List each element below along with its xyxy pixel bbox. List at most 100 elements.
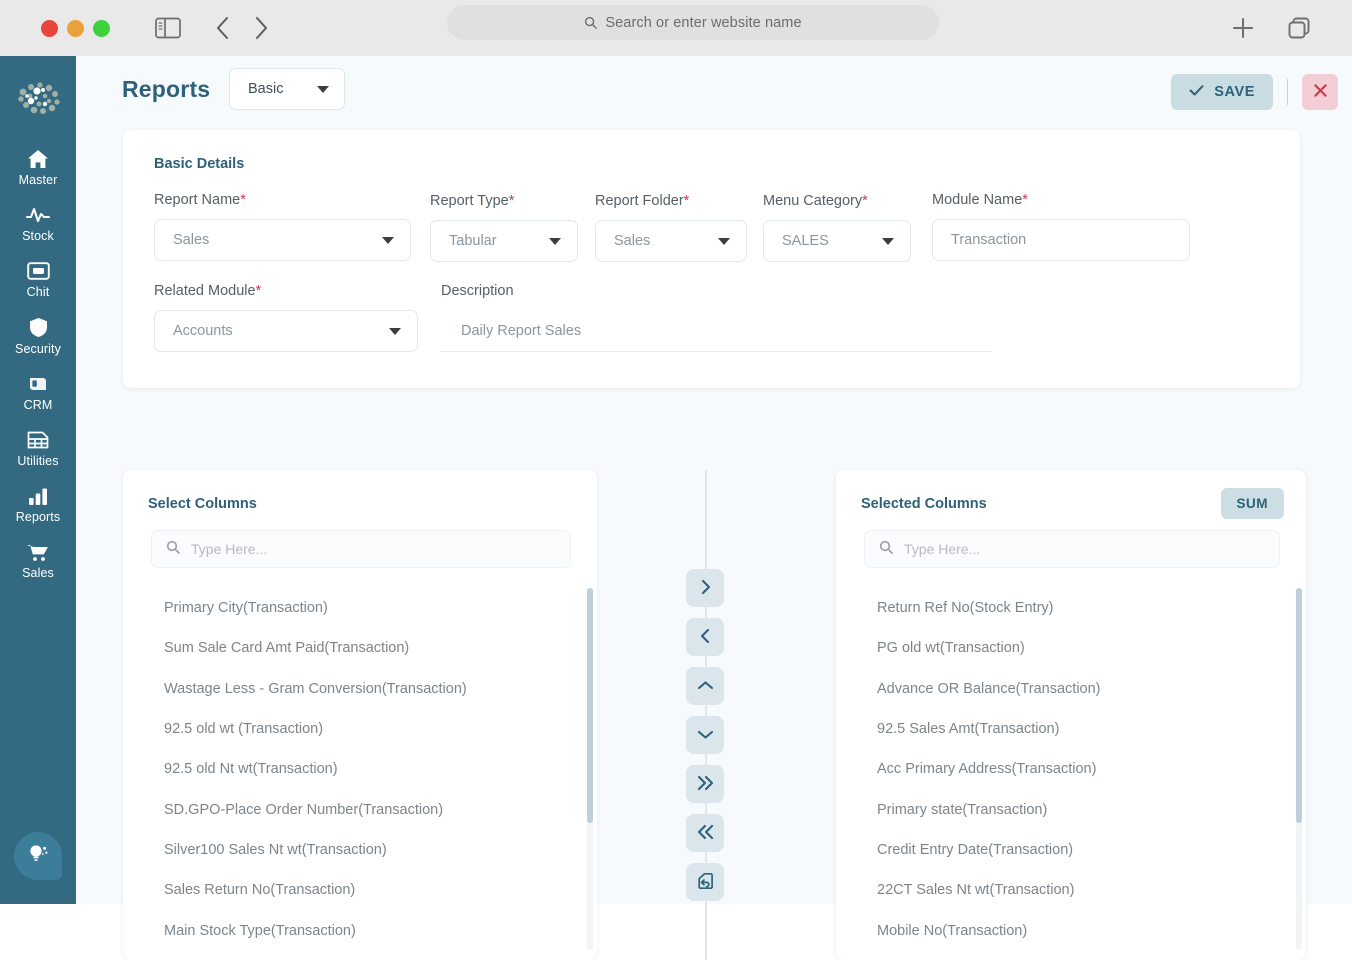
select-columns-list-item[interactable]: SD.GPO-Place Order Number(Transaction)	[151, 789, 577, 829]
selected-columns-title: Selected Columns	[861, 496, 987, 512]
report-mode-value: Basic	[248, 81, 284, 97]
selected-columns-list-item[interactable]: Mobile No(Transaction)	[864, 910, 1286, 950]
double-chevron-right-icon	[697, 775, 714, 794]
sidebar-label-stock: Stock	[22, 229, 54, 243]
select-columns-list-item[interactable]: 92.5 old Nt wt(Transaction)	[151, 749, 577, 789]
chevron-down-icon	[382, 236, 394, 244]
back-icon[interactable]	[215, 15, 231, 41]
selected-columns-list-item[interactable]: Advance OR Balance(Transaction)	[864, 669, 1286, 709]
field-menu-category: Menu Category* SALES	[763, 193, 911, 262]
report-type-select[interactable]: Tabular	[430, 220, 578, 262]
page-title: Reports	[122, 76, 211, 102]
sidebar-item-utilities[interactable]: Utilities	[0, 421, 76, 477]
new-tab-icon[interactable]	[1230, 15, 1256, 41]
sidebar-item-security[interactable]: Security	[0, 308, 76, 365]
chevron-up-icon	[697, 679, 714, 694]
label-report-name: Report Name*	[154, 192, 246, 208]
address-bar-placeholder: Search or enter website name	[605, 14, 802, 31]
move-all-right-button[interactable]	[686, 765, 724, 803]
sidebar-item-reports[interactable]: Reports	[0, 477, 76, 533]
double-chevron-left-icon	[697, 824, 714, 843]
address-bar[interactable]: Search or enter website name	[447, 5, 939, 40]
field-module-name: Module Name* Transaction	[932, 192, 1190, 261]
select-columns-list-item[interactable]: Primary City(Transaction)	[151, 588, 577, 628]
window-controls	[41, 19, 110, 37]
move-left-button[interactable]	[686, 618, 724, 656]
selected-columns-search-placeholder: Type Here...	[904, 541, 981, 557]
description-input[interactable]: Daily Report Sales	[441, 310, 992, 352]
select-columns-search-input[interactable]: Type Here...	[151, 530, 571, 568]
help-button[interactable]	[14, 832, 62, 880]
select-columns-list-item[interactable]: 92.5 old wt (Transaction)	[151, 709, 577, 749]
sidebar-toggle-icon[interactable]	[155, 17, 181, 39]
selected-columns-search-input[interactable]: Type Here...	[864, 530, 1280, 568]
maximize-window-button[interactable]	[93, 19, 110, 37]
sidebar-item-sales[interactable]: Sales	[0, 533, 76, 589]
report-name-select[interactable]: Sales	[154, 219, 411, 261]
sidebar-label-sales: Sales	[22, 566, 54, 580]
minimize-window-button[interactable]	[67, 19, 84, 37]
select-columns-scroll-thumb[interactable]	[587, 588, 593, 824]
sidebar-item-chit[interactable]: Chit	[0, 252, 76, 308]
selected-columns-list-item[interactable]: PG old wt(Transaction)	[864, 628, 1286, 668]
close-window-button[interactable]	[41, 19, 58, 37]
select-columns-title: Select Columns	[148, 496, 257, 512]
chevron-down-icon	[317, 85, 329, 93]
undo-tag-icon	[696, 872, 714, 893]
move-right-button[interactable]	[686, 569, 724, 607]
browser-right-actions	[1230, 0, 1352, 56]
select-columns-list[interactable]: Primary City(Transaction) Sum Sale Card A…	[151, 588, 577, 960]
move-all-left-button[interactable]	[686, 814, 724, 852]
sum-button[interactable]: SUM	[1220, 488, 1284, 519]
select-columns-list-item[interactable]: Silver100 Sales Nt wt(Transaction)	[151, 830, 577, 870]
header-divider	[1287, 79, 1288, 105]
module-name-input[interactable]: Transaction	[932, 219, 1190, 261]
field-report-folder: Report Folder* Sales	[595, 193, 747, 262]
selected-columns-list-item[interactable]: Acc Primary Address(Transaction)	[864, 749, 1286, 789]
pulse-icon	[26, 205, 50, 225]
module-name-value: Transaction	[951, 232, 1027, 248]
select-columns-scrollbar[interactable]	[587, 588, 593, 950]
contact-icon	[27, 374, 50, 394]
move-up-button[interactable]	[686, 667, 724, 705]
selected-columns-list-item[interactable]: Return Ref No(Stock Entry)	[864, 588, 1286, 628]
related-module-select[interactable]: Accounts	[154, 310, 418, 352]
report-mode-select[interactable]: Basic	[229, 68, 345, 110]
menu-category-select[interactable]: SALES	[763, 220, 911, 262]
select-columns-search-placeholder: Type Here...	[191, 541, 268, 557]
sidebar-item-master[interactable]: Master	[0, 140, 76, 196]
page-header: Reports Basic SAVE	[76, 56, 1352, 122]
label-menu-category: Menu Category*	[763, 193, 868, 209]
selected-columns-list-item[interactable]: Primary state(Transaction)	[864, 789, 1286, 829]
save-button[interactable]: SAVE	[1171, 74, 1273, 110]
application-root: Master Stock Chit Security CRM Utilities…	[0, 56, 1352, 960]
selected-columns-list-item[interactable]: Credit Entry Date(Transaction)	[864, 830, 1286, 870]
report-folder-select[interactable]: Sales	[595, 220, 747, 262]
sidebar-item-stock[interactable]: Stock	[0, 196, 76, 252]
select-columns-list-item[interactable]: Sales Return No(Transaction)	[151, 870, 577, 910]
basic-details-card: Basic Details Report Name* Sales Report …	[123, 130, 1300, 388]
selected-columns-scroll-thumb[interactable]	[1296, 588, 1302, 824]
reset-button[interactable]	[686, 863, 724, 901]
chevron-down-icon	[697, 728, 714, 743]
selected-columns-card: Selected Columns SUM Type Here... Return…	[836, 470, 1306, 960]
related-module-value: Accounts	[173, 323, 233, 339]
select-columns-list-item[interactable]: Main Stock Type(Transaction)	[151, 910, 577, 950]
report-type-value: Tabular	[449, 233, 497, 249]
select-columns-list-item[interactable]: Sum Sale Card Amt Paid(Transaction)	[151, 628, 577, 668]
selected-columns-list-item[interactable]: 92.5 Sales Amt(Transaction)	[864, 709, 1286, 749]
forward-icon[interactable]	[253, 15, 269, 41]
tab-overview-icon[interactable]	[1286, 15, 1312, 41]
selected-columns-scrollbar[interactable]	[1296, 588, 1302, 950]
close-button[interactable]	[1302, 74, 1338, 110]
transfer-buttons	[686, 569, 724, 901]
move-down-button[interactable]	[686, 716, 724, 754]
select-columns-list-item[interactable]: Wastage Less - Gram Conversion(Transacti…	[151, 669, 577, 709]
description-value: Daily Report Sales	[461, 322, 582, 339]
header-actions: SAVE	[1171, 74, 1338, 110]
selected-columns-list-item[interactable]: 22CT Sales Nt wt(Transaction)	[864, 870, 1286, 910]
sidebar-item-crm[interactable]: CRM	[0, 365, 76, 421]
search-icon	[879, 540, 893, 559]
main-sidebar: Master Stock Chit Security CRM Utilities…	[0, 56, 76, 904]
selected-columns-list[interactable]: Return Ref No(Stock Entry) PG old wt(Tran…	[864, 588, 1286, 960]
